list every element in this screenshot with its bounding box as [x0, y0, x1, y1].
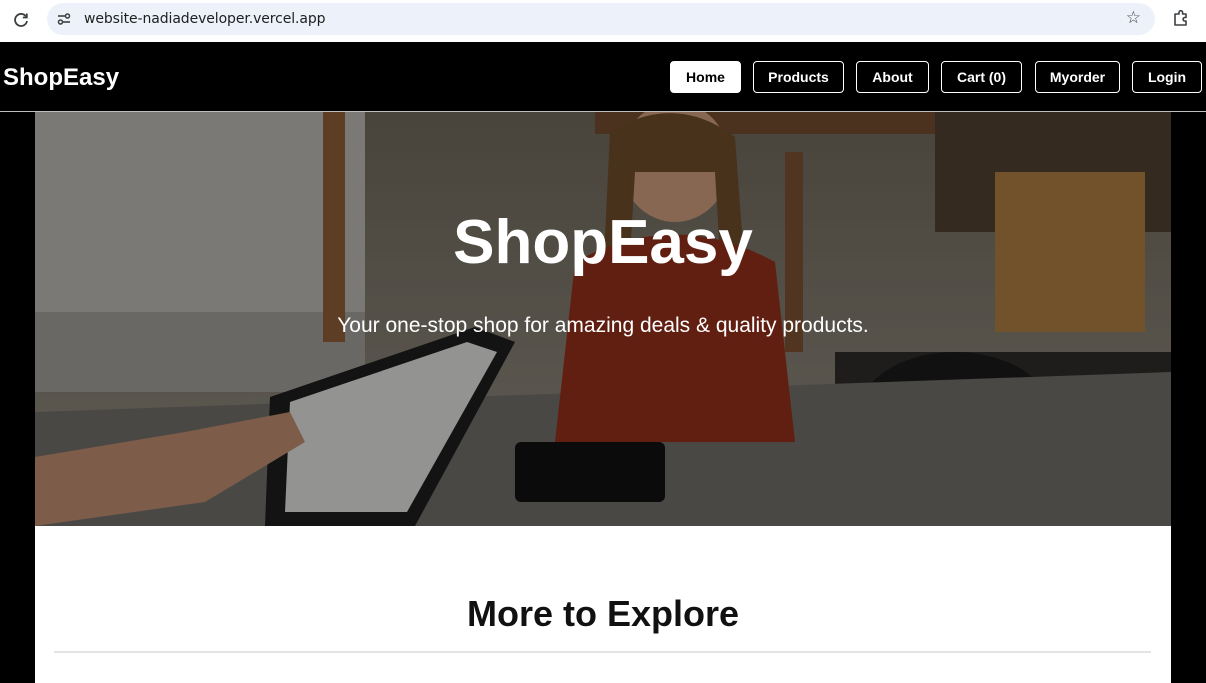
nav-myorder-button[interactable]: Myorder: [1035, 61, 1120, 93]
section-divider: [54, 651, 1151, 653]
browser-toolbar: website-nadiadeveloper.vercel.app ☆: [0, 0, 1206, 42]
hero-subtitle: Your one-stop shop for amazing deals & q…: [337, 314, 869, 337]
address-bar[interactable]: website-nadiadeveloper.vercel.app ☆: [47, 3, 1155, 35]
reload-icon-graphic: [14, 13, 28, 27]
hero-title: ShopEasy: [453, 208, 753, 277]
nav-about-button[interactable]: About: [856, 61, 929, 93]
nav-cart-button[interactable]: Cart (0): [941, 61, 1022, 93]
main-content: ShopEasy Your one-stop shop for amazing …: [35, 112, 1171, 683]
puzzle-icon[interactable]: [1172, 9, 1190, 27]
reload-icon[interactable]: [11, 10, 31, 30]
hero-banner: ShopEasy Your one-stop shop for amazing …: [35, 112, 1171, 526]
nav-home-button[interactable]: Home: [670, 61, 741, 93]
brand-logo[interactable]: ShopEasy: [3, 64, 119, 92]
nav-login-button[interactable]: Login: [1132, 61, 1202, 93]
nav-products-button[interactable]: Products: [753, 61, 844, 93]
site-navbar: ShopEasy Home Products About Cart (0) My…: [0, 43, 1206, 112]
site-info-icon[interactable]: [57, 12, 71, 26]
star-icon[interactable]: ☆: [1126, 8, 1141, 28]
url-text[interactable]: website-nadiadeveloper.vercel.app: [84, 11, 326, 27]
section-title: More to Explore: [466, 593, 740, 634]
